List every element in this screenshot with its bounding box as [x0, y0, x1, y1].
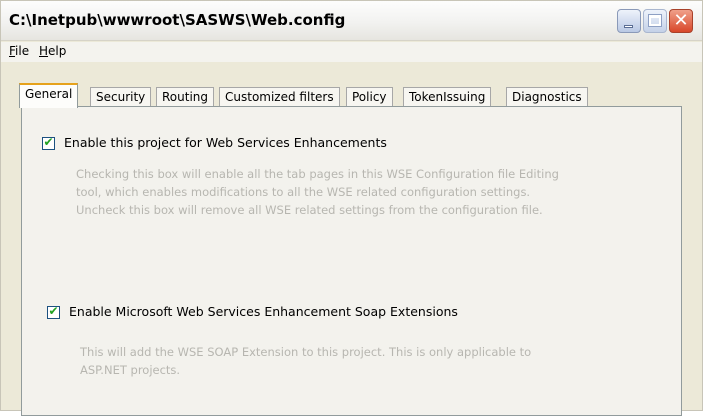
- tab-tokenissuing[interactable]: TokenIssuing: [403, 87, 492, 107]
- enable-soap-description-line: This will add the WSE SOAP Extension to …: [80, 345, 532, 359]
- tab-general[interactable]: General: [19, 83, 79, 108]
- access-key: F: [9, 44, 16, 58]
- access-key: H: [39, 44, 49, 58]
- menu-help[interactable]: Help: [39, 44, 66, 58]
- tab-label: TokenIssuing: [409, 90, 486, 104]
- close-icon: ✕: [673, 10, 689, 31]
- enable-soap-description-line: ASP.NET projects.: [80, 363, 181, 377]
- enable-project-label[interactable]: Enable this project for Web Services Enh…: [64, 135, 387, 150]
- menu-bar: File Help: [1, 42, 702, 62]
- enable-project-description-line: Checking this box will enable all the ta…: [76, 167, 559, 181]
- menu-file[interactable]: File: [9, 44, 29, 58]
- tab-strip: General Security Routing Customized filt…: [1, 63, 702, 108]
- general-tab-page: ✔ Enable this project for Web Services E…: [21, 106, 682, 416]
- app-window: C:\Inetpub\wwwroot\SASWS\Web.config ✕ Fi…: [0, 0, 703, 416]
- close-button[interactable]: ✕: [669, 9, 693, 33]
- enable-soap-checkbox[interactable]: ✔: [47, 304, 60, 319]
- tab-policy[interactable]: Policy: [346, 87, 393, 107]
- tab-routing[interactable]: Routing: [156, 87, 215, 107]
- checkmark-icon: ✔: [43, 135, 54, 149]
- enable-project-description-line: Uncheck this box will remove all WSE rel…: [76, 203, 543, 217]
- title-bar[interactable]: C:\Inetpub\wwwroot\SASWS\Web.config ✕: [1, 1, 702, 41]
- tab-label: Diagnostics: [512, 90, 582, 104]
- window-title: C:\Inetpub\wwwroot\SASWS\Web.config: [9, 11, 346, 29]
- tab-label: Customized filters: [225, 90, 334, 104]
- minimize-icon: [624, 25, 633, 28]
- enable-soap-label[interactable]: Enable Microsoft Web Services Enhancemen…: [69, 304, 458, 319]
- tab-label: Security: [96, 90, 146, 104]
- minimize-button[interactable]: [617, 9, 641, 33]
- tab-security[interactable]: Security: [90, 87, 152, 107]
- tab-diagnostics[interactable]: Diagnostics: [506, 87, 588, 107]
- tab-customized-filters[interactable]: Customized filters: [219, 87, 340, 107]
- maximize-button[interactable]: [643, 9, 667, 33]
- enable-project-checkbox[interactable]: ✔: [42, 135, 55, 150]
- tab-label: Routing: [162, 90, 209, 104]
- enable-project-description-line: tool, which enables modifications to all…: [76, 185, 531, 199]
- tab-label: Policy: [352, 90, 387, 104]
- maximize-icon: [649, 15, 661, 26]
- tab-label: General: [25, 87, 73, 101]
- checkmark-icon: ✔: [48, 304, 59, 318]
